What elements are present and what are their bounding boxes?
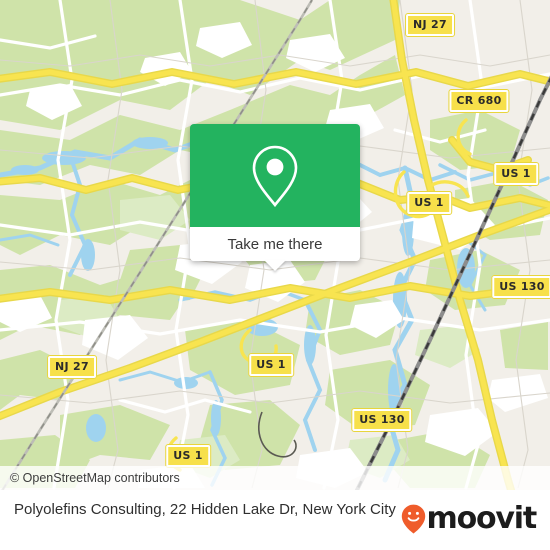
- road-shield: US 130: [491, 275, 550, 299]
- road-shield: US 130: [351, 408, 413, 432]
- road-shield: NJ 27: [405, 13, 455, 37]
- footer-bar: Polyolefins Consulting, 22 Hidden Lake D…: [0, 490, 550, 550]
- moovit-logo[interactable]: moovit: [401, 501, 538, 536]
- popup-tail: [264, 260, 286, 271]
- popup-marker-panel: [190, 124, 360, 227]
- map-canvas[interactable]: NJ 27 CR 680 US 1 US 1 US 130 NJ 27 US 1…: [0, 0, 550, 490]
- take-me-there-label: Take me there: [227, 235, 323, 253]
- attribution-text[interactable]: © OpenStreetMap contributors: [0, 471, 180, 485]
- road-shield: CR 680: [448, 89, 510, 113]
- map-attribution-bar: © OpenStreetMap contributors: [0, 466, 550, 490]
- road-shield: US 1: [493, 162, 539, 186]
- road-shield: US 1: [406, 191, 452, 215]
- location-popup[interactable]: Take me there: [190, 124, 360, 271]
- location-title: Polyolefins Consulting, 22 Hidden Lake D…: [14, 501, 396, 518]
- moovit-pin-smiley-icon: [401, 504, 425, 534]
- road-shield: US 1: [248, 353, 294, 377]
- road-shield: US 1: [165, 444, 211, 468]
- road-shield: NJ 27: [47, 355, 97, 379]
- map-pin-icon: [252, 145, 298, 207]
- popup-action-bar[interactable]: Take me there: [190, 227, 360, 271]
- moovit-wordmark: moovit: [426, 501, 538, 536]
- map-page: NJ 27 CR 680 US 1 US 1 US 130 NJ 27 US 1…: [0, 0, 550, 550]
